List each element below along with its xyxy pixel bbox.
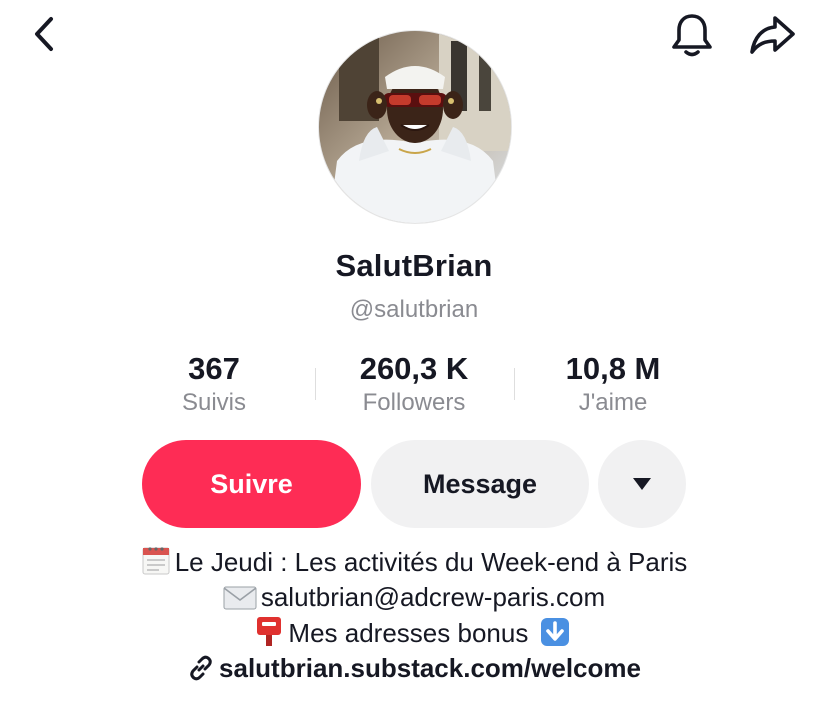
bio-line1-text: Le Jeudi : Les activités du Week-end à P… bbox=[174, 547, 688, 577]
chevron-left-icon bbox=[35, 17, 53, 51]
message-button[interactable]: Message bbox=[371, 440, 589, 528]
link-icon bbox=[190, 655, 212, 681]
bio-line2-text: salutbrian@adcrew-paris.com bbox=[260, 582, 606, 612]
stat-followers-value: 260,3 K bbox=[359, 351, 469, 386]
more-options-button[interactable] bbox=[598, 440, 686, 528]
notifications-button[interactable] bbox=[664, 10, 720, 60]
bio-link[interactable]: salutbrian.substack.com/welcome bbox=[0, 651, 828, 686]
follow-button[interactable]: Suivre bbox=[142, 440, 361, 528]
stat-likes-label: J'aime bbox=[578, 389, 648, 416]
avatar-photo bbox=[319, 31, 511, 223]
bio-line: salutbrian@adcrew-paris.com bbox=[0, 580, 828, 615]
down-arrow-icon bbox=[540, 618, 569, 646]
share-button[interactable] bbox=[744, 10, 800, 60]
stats-divider bbox=[315, 368, 316, 400]
stat-following-label: Suivis bbox=[181, 389, 247, 416]
stat-followers-label: Followers bbox=[362, 389, 466, 416]
profile-avatar[interactable] bbox=[318, 30, 512, 224]
profile-stats: 367 Suivis 260,3 K Followers 10,8 M J'ai… bbox=[0, 350, 828, 422]
envelope-icon bbox=[223, 586, 257, 610]
share-arrow-icon bbox=[750, 16, 795, 54]
bell-icon bbox=[672, 14, 712, 57]
bio-link-text[interactable]: salutbrian.substack.com/welcome bbox=[219, 653, 641, 683]
profile-bio: Le Jeudi : Les activités du Week-end à P… bbox=[0, 544, 828, 686]
username-handle: @salutbrian bbox=[349, 296, 479, 323]
bio-line: Mes adresses bonus bbox=[0, 615, 828, 651]
stat-following-value: 367 bbox=[188, 351, 240, 386]
display-name: SalutBrian bbox=[335, 248, 493, 283]
bio-line3-text: Mes adresses bonus bbox=[288, 618, 529, 648]
caret-down-icon bbox=[633, 478, 651, 490]
back-button[interactable] bbox=[22, 12, 66, 56]
stats-divider bbox=[514, 368, 515, 400]
calendar-icon bbox=[142, 547, 170, 575]
stat-followers[interactable]: 260,3 K Followers bbox=[314, 350, 514, 418]
bio-line: Le Jeudi : Les activités du Week-end à P… bbox=[0, 544, 828, 580]
mailbox-icon bbox=[257, 617, 282, 646]
stat-following[interactable]: 367 Suivis bbox=[114, 350, 314, 418]
stat-likes-value: 10,8 M bbox=[565, 351, 661, 386]
stat-likes[interactable]: 10,8 M J'aime bbox=[513, 350, 713, 418]
